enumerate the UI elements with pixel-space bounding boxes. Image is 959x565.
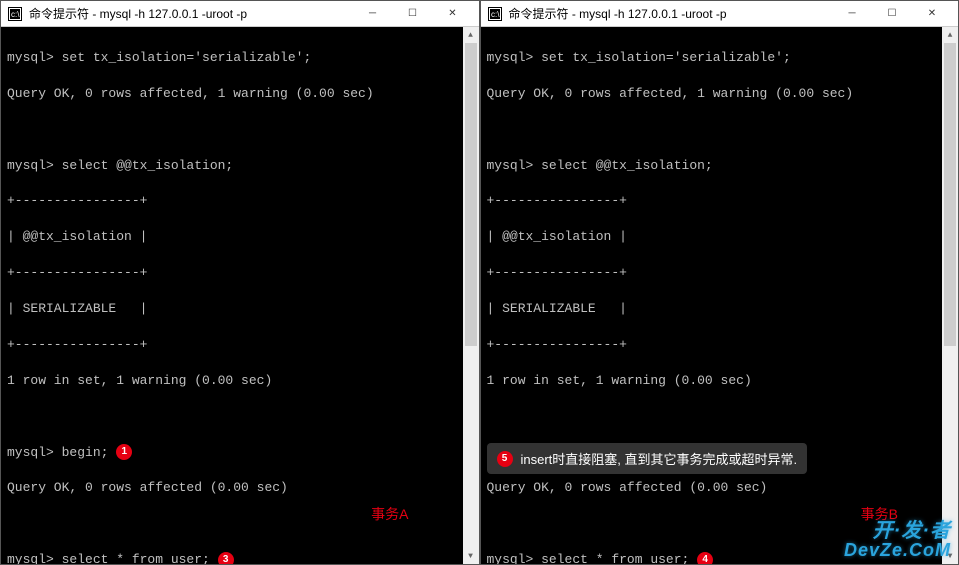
badge-3: 3 xyxy=(218,552,234,564)
window-controls-a: ─ ☐ ✕ xyxy=(353,1,473,27)
titlebar-a[interactable]: c:\ 命令提示符 - mysql -h 127.0.0.1 -uroot -p… xyxy=(1,1,479,27)
cmd-icon: c:\ xyxy=(487,6,503,22)
window-a: c:\ 命令提示符 - mysql -h 127.0.0.1 -uroot -p… xyxy=(0,0,480,565)
table-row: | SERIALIZABLE | xyxy=(487,300,953,318)
svg-text:c:\: c:\ xyxy=(491,10,500,19)
scrollbar-b[interactable]: ▲ ▼ xyxy=(942,27,958,564)
window-b: c:\ 命令提示符 - mysql -h 127.0.0.1 -uroot -p… xyxy=(480,0,959,565)
cmd-line: mysql> select @@tx_isolation; xyxy=(487,157,953,175)
table-row: | SERIALIZABLE | xyxy=(7,300,473,318)
badge-1: 1 xyxy=(116,444,132,460)
cmd-line: mysql> set tx_isolation='serializable'; xyxy=(487,49,953,67)
scrollbar-a[interactable]: ▲ ▼ xyxy=(463,27,479,564)
window-controls-b: ─ ☐ ✕ xyxy=(832,1,952,27)
scroll-track[interactable] xyxy=(942,43,958,548)
close-button[interactable]: ✕ xyxy=(433,1,473,27)
close-button[interactable]: ✕ xyxy=(912,1,952,27)
watermark: 开·发·者 DevZe.CoM xyxy=(844,521,951,559)
scroll-up-button[interactable]: ▲ xyxy=(942,27,958,43)
table-sep: +----------------+ xyxy=(7,264,473,282)
table-sep: +----------------+ xyxy=(7,192,473,210)
output-line: Query OK, 0 rows affected, 1 warning (0.… xyxy=(487,85,953,103)
scroll-thumb[interactable] xyxy=(944,43,956,346)
window-title-a: 命令提示符 - mysql -h 127.0.0.1 -uroot -p xyxy=(29,5,353,22)
callout-text: insert时直接阻塞, 直到其它事务完成或超时异常. xyxy=(521,449,798,468)
terminal-b[interactable]: mysql> set tx_isolation='serializable'; … xyxy=(481,27,959,564)
scroll-track[interactable] xyxy=(463,43,479,548)
output-line: 1 row in set, 1 warning (0.00 sec) xyxy=(487,372,953,390)
cmd-line: mysql> set tx_isolation='serializable'; xyxy=(7,49,473,67)
minimize-button[interactable]: ─ xyxy=(832,1,872,27)
cmd-line: mysql> select @@tx_isolation; xyxy=(7,157,473,175)
scroll-up-button[interactable]: ▲ xyxy=(463,27,479,43)
badge-4: 4 xyxy=(697,552,713,564)
output-line: Query OK, 0 rows affected (0.00 sec) xyxy=(7,479,473,497)
titlebar-b[interactable]: c:\ 命令提示符 - mysql -h 127.0.0.1 -uroot -p… xyxy=(481,1,959,27)
table-header: | @@tx_isolation | xyxy=(7,228,473,246)
badge-5: 5 xyxy=(497,451,513,467)
maximize-button[interactable]: ☐ xyxy=(872,1,912,27)
cmd-line: mysql> select * from user; 3 xyxy=(7,551,473,564)
maximize-button[interactable]: ☐ xyxy=(393,1,433,27)
table-sep: +----------------+ xyxy=(7,336,473,354)
terminal-a[interactable]: mysql> set tx_isolation='serializable'; … xyxy=(1,27,479,564)
output-line: Query OK, 0 rows affected (0.00 sec) xyxy=(487,479,953,497)
callout-insert-blocked: 5 insert时直接阻塞, 直到其它事务完成或超时异常. xyxy=(487,443,808,474)
window-title-b: 命令提示符 - mysql -h 127.0.0.1 -uroot -p xyxy=(509,5,833,22)
watermark-line1: 开·发·者 xyxy=(844,521,951,541)
output-line: Query OK, 0 rows affected, 1 warning (0.… xyxy=(7,85,473,103)
table-sep: +----------------+ xyxy=(487,336,953,354)
watermark-line2: DevZe.CoM xyxy=(844,541,951,559)
table-sep: +----------------+ xyxy=(487,192,953,210)
table-header: | @@tx_isolation | xyxy=(487,228,953,246)
cmd-line: mysql> begin; 1 xyxy=(7,444,473,462)
table-sep: +----------------+ xyxy=(487,264,953,282)
svg-text:c:\: c:\ xyxy=(11,10,20,19)
output-line: 1 row in set, 1 warning (0.00 sec) xyxy=(7,372,473,390)
cmd-icon: c:\ xyxy=(7,6,23,22)
scroll-down-button[interactable]: ▼ xyxy=(463,548,479,564)
minimize-button[interactable]: ─ xyxy=(353,1,393,27)
transaction-label-a: 事务A xyxy=(371,504,408,524)
scroll-thumb[interactable] xyxy=(465,43,477,346)
